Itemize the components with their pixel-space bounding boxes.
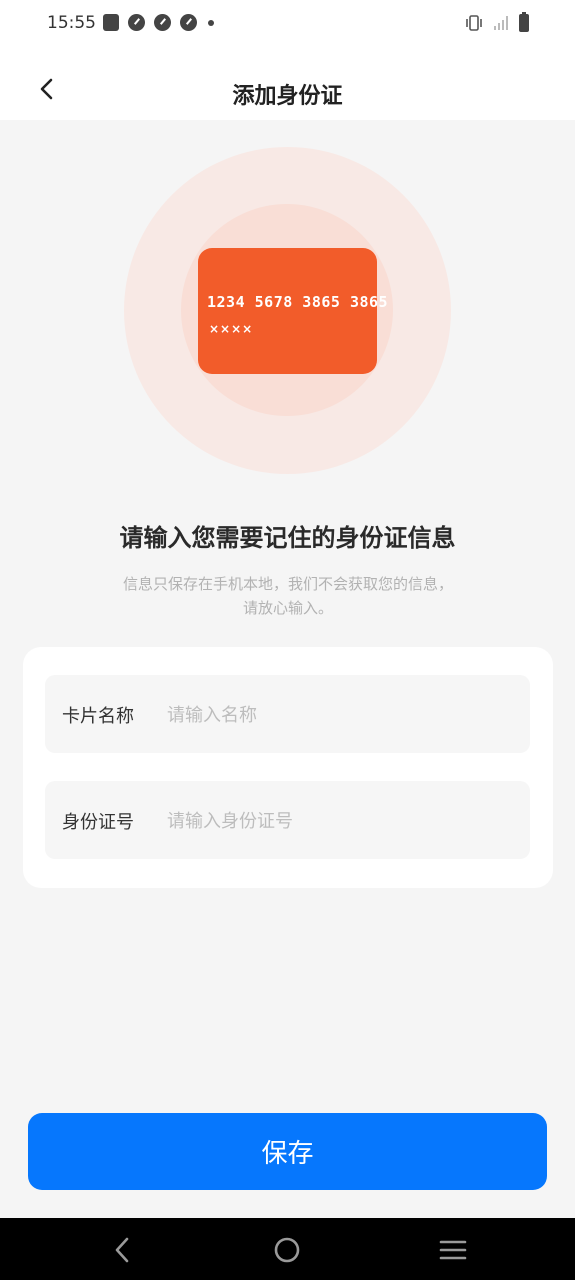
shopping-bag-icon [103,14,119,31]
nav-menu-button[interactable] [438,1235,468,1265]
vibrate-icon [466,15,482,31]
save-button[interactable]: 保存 [28,1113,547,1190]
menu-icon [439,1240,467,1260]
notification-icons [103,14,214,31]
back-icon [115,1237,129,1263]
dot-icon [208,19,214,26]
intro-headline: 请输入您需要记住的身份证信息 [119,524,456,552]
card-mask: ×××× [209,322,254,336]
home-icon [274,1237,300,1263]
system-nav-bar [0,1218,575,1280]
gauge-icon [128,14,145,31]
battery-icon [519,12,529,32]
status-bar: 15:55 [0,0,575,48]
card-name-input[interactable] [165,695,519,735]
intro-description: 信息只保存在手机本地，我们不会获取您的信息，请放心输入。 [122,575,453,617]
app-header: 添加身份证 [0,48,575,120]
id-number-field: 身份证号 [45,781,530,859]
status-time: 15:55 [47,13,96,33]
id-number-label: 身份证号 [62,812,134,833]
form-card: 卡片名称 身份证号 [23,647,553,888]
gauge-icon [154,14,171,31]
gauge-icon [180,14,197,31]
card-name-field: 卡片名称 [45,675,530,753]
nav-back-button[interactable] [107,1235,137,1265]
card-name-label: 卡片名称 [62,706,134,727]
nav-home-button[interactable] [272,1235,302,1265]
id-card-illustration: 1234 5678 3865 3865 ×××× [124,147,451,474]
signal-icon [494,16,508,30]
page-title: 添加身份证 [232,84,343,109]
id-number-input[interactable] [165,801,519,841]
card-number: 1234 5678 3865 3865 [207,293,389,311]
card-graphic: 1234 5678 3865 3865 ×××× [198,248,388,374]
system-icons [465,12,529,32]
